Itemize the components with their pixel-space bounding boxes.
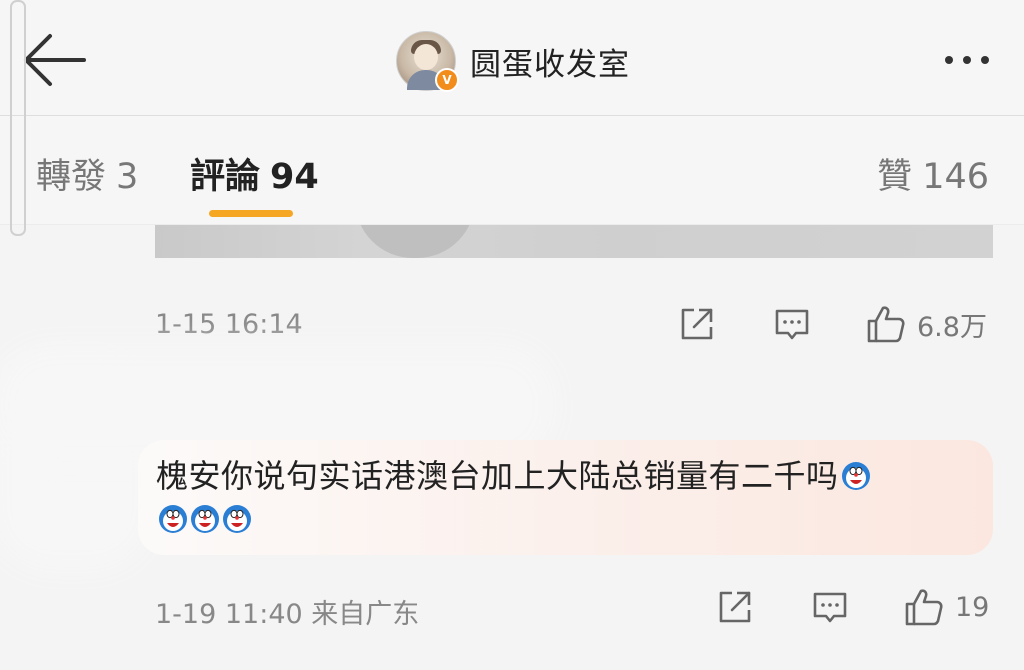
- avatar[interactable]: V: [396, 31, 459, 92]
- profile-name[interactable]: 圆蛋收发室: [470, 39, 630, 84]
- comment-like-count: 19: [955, 591, 990, 623]
- post-time: 1-15 16:14: [155, 309, 303, 340]
- comment-icon: [813, 592, 847, 623]
- tab-comments[interactable]: 評論 94: [190, 148, 319, 199]
- scrollbar[interactable]: [10, 0, 26, 236]
- emoji-row: [156, 504, 252, 544]
- tab-label: 轉發: [36, 157, 107, 197]
- comment-bubble[interactable]: 槐安你说句实话港澳台加上大陆总销量有二千吗: [138, 440, 993, 555]
- more-dots-icon: [963, 56, 971, 64]
- like-button[interactable]: 6.8万: [865, 302, 987, 346]
- tab-label: 評論: [190, 157, 261, 197]
- comment-text: 槐安你说句实话港澳台加上大陆总销量有二千吗: [156, 452, 976, 500]
- tab-count: 94: [270, 157, 319, 197]
- tab-bar: 轉發 3 評論 94 贊 146: [0, 116, 1024, 225]
- share-button[interactable]: [677, 302, 717, 346]
- tab-count: 146: [922, 157, 989, 197]
- more-button[interactable]: [940, 45, 1002, 75]
- like-count: 6.8万: [917, 311, 987, 343]
- comment-share-button[interactable]: [715, 585, 755, 629]
- comments-page: V 圆蛋收发室 轉發 3 評論 94 贊 146 1-15 16:14 6.8万…: [0, 0, 1024, 670]
- tab-count: 3: [116, 157, 139, 197]
- more-dots-icon: [945, 56, 953, 64]
- thumbs-up-icon: [905, 589, 943, 626]
- comment-text-content: 槐安你说句实话港澳台加上大陆总销量有二千吗: [156, 457, 839, 495]
- comment-reply-button[interactable]: [810, 585, 850, 629]
- verified-badge: V: [435, 68, 459, 92]
- doraemon-emoji-icon: [841, 462, 870, 490]
- share-icon: [681, 308, 713, 340]
- avatar-face: [414, 44, 438, 70]
- profile-header[interactable]: V 圆蛋收发室: [396, 30, 630, 92]
- comment-icon: [775, 309, 809, 340]
- doraemon-emoji-icon: [191, 505, 219, 533]
- doraemon-emoji-icon: [223, 505, 251, 533]
- comment-time-location: 1-19 11:40 来自广东: [155, 599, 420, 630]
- active-tab-indicator: [209, 210, 293, 217]
- comment-meta-row: 1-19 11:40 来自广东 19: [155, 583, 993, 631]
- redacted-username: [20, 370, 530, 440]
- post-meta-row: 1-15 16:14 6.8万: [155, 300, 993, 348]
- doraemon-emoji-icon: [159, 505, 187, 533]
- share-icon: [719, 591, 751, 623]
- arrow-left-icon: [24, 34, 86, 86]
- comment-button[interactable]: [772, 302, 812, 346]
- tab-label: 贊: [877, 157, 913, 197]
- more-dots-icon: [981, 56, 989, 64]
- comment-like-button[interactable]: 19: [903, 585, 989, 629]
- tab-reposts[interactable]: 轉發 3: [36, 148, 138, 199]
- tab-likes[interactable]: 贊 146: [877, 148, 989, 199]
- top-bar: V 圆蛋收发室: [0, 0, 1024, 116]
- back-button[interactable]: [20, 30, 90, 90]
- thumbs-up-icon: [867, 306, 905, 343]
